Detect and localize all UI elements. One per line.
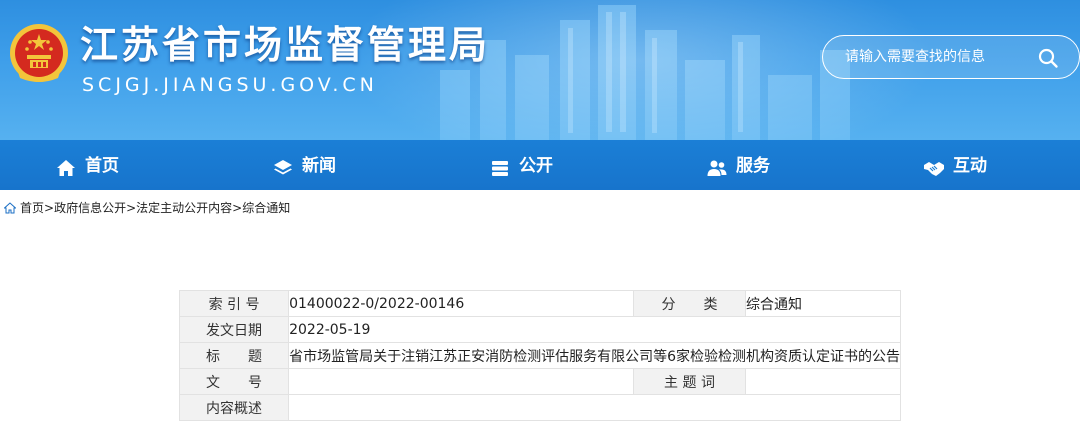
index-number-label: 索 引 号 — [178, 290, 290, 317]
table-row: 发文日期 2022-05-19 — [178, 316, 901, 343]
index-number-value: 01400022-0/2022-00146 — [288, 290, 634, 317]
subject-words-label: 主 题 词 — [633, 368, 746, 395]
nav-item-label: 首页 — [85, 155, 119, 176]
nav-item-news[interactable]: 新闻 — [272, 140, 336, 190]
nav-item-service[interactable]: 服务 — [706, 140, 770, 190]
nav-item-label: 新闻 — [302, 155, 336, 176]
table-row: 索 引 号 01400022-0/2022-00146 分 类 综合通知 — [178, 290, 901, 317]
document-number-value — [288, 368, 634, 395]
issue-date-value: 2022-05-19 — [288, 316, 901, 343]
nav-item-label: 互动 — [953, 155, 987, 176]
table-row: 标 题 省市场监管局关于注销江苏正安消防检测评估服务有限公司等6家检验检测机构资… — [178, 342, 901, 369]
breadcrumb: 首页 > 政府信息公开 > 法定主动公开内容 > 综合通知 — [4, 199, 290, 216]
category-value: 综合通知 — [745, 290, 901, 317]
table-row: 文 号 主 题 词 — [178, 368, 901, 395]
nav-item-label: 公开 — [519, 155, 553, 176]
breadcrumb-separator: > — [44, 200, 55, 215]
header-banner: 江苏省市场监督管理局 SCJGJ.JIANGSU.GOV.CN — [0, 0, 1080, 140]
stack-icon — [492, 161, 508, 176]
breadcrumb-item-home[interactable]: 首页 — [20, 199, 44, 216]
site-domain: SCJGJ.JIANGSU.GOV.CN — [82, 74, 378, 96]
nav-item-public[interactable]: 公开 — [489, 140, 553, 190]
breadcrumb-item-general-notice[interactable]: 综合通知 — [242, 199, 290, 216]
home-icon — [57, 160, 75, 176]
nav-item-interact[interactable]: 互动 — [923, 140, 987, 190]
breadcrumb-separator: > — [232, 200, 243, 215]
breadcrumb-item-statutory[interactable]: 法定主动公开内容 — [136, 199, 232, 216]
nav-item-home[interactable]: 首页 — [55, 140, 119, 190]
people-icon — [707, 160, 727, 176]
search-box — [822, 35, 1080, 79]
document-number-label: 文 号 — [178, 368, 290, 395]
search-input[interactable] — [845, 46, 1025, 68]
title-label: 标 题 — [178, 342, 290, 369]
summary-label: 内容概述 — [178, 394, 290, 421]
handshake-icon — [924, 162, 944, 176]
site-title: 江苏省市场监督管理局 — [80, 23, 491, 67]
category-label: 分 类 — [633, 290, 746, 317]
breadcrumb-item-gov-info[interactable]: 政府信息公开 — [54, 199, 126, 216]
national-emblem-icon — [10, 24, 68, 82]
home-icon — [4, 201, 16, 213]
layers-icon — [274, 160, 292, 175]
issue-date-label: 发文日期 — [178, 316, 290, 343]
summary-value — [288, 394, 901, 421]
search-icon[interactable] — [1037, 47, 1059, 69]
subject-words-value — [745, 368, 901, 395]
table-row: 内容概述 — [178, 394, 901, 421]
breadcrumb-separator: > — [126, 200, 137, 215]
main-nav: 首页 新闻 公开 服务 互动 — [0, 140, 1080, 190]
title-value: 省市场监管局关于注销江苏正安消防检测评估服务有限公司等6家检验检测机构资质认定证… — [288, 342, 901, 369]
nav-item-label: 服务 — [736, 155, 770, 176]
document-info-table: 索 引 号 01400022-0/2022-00146 分 类 综合通知 发文日… — [178, 290, 901, 421]
